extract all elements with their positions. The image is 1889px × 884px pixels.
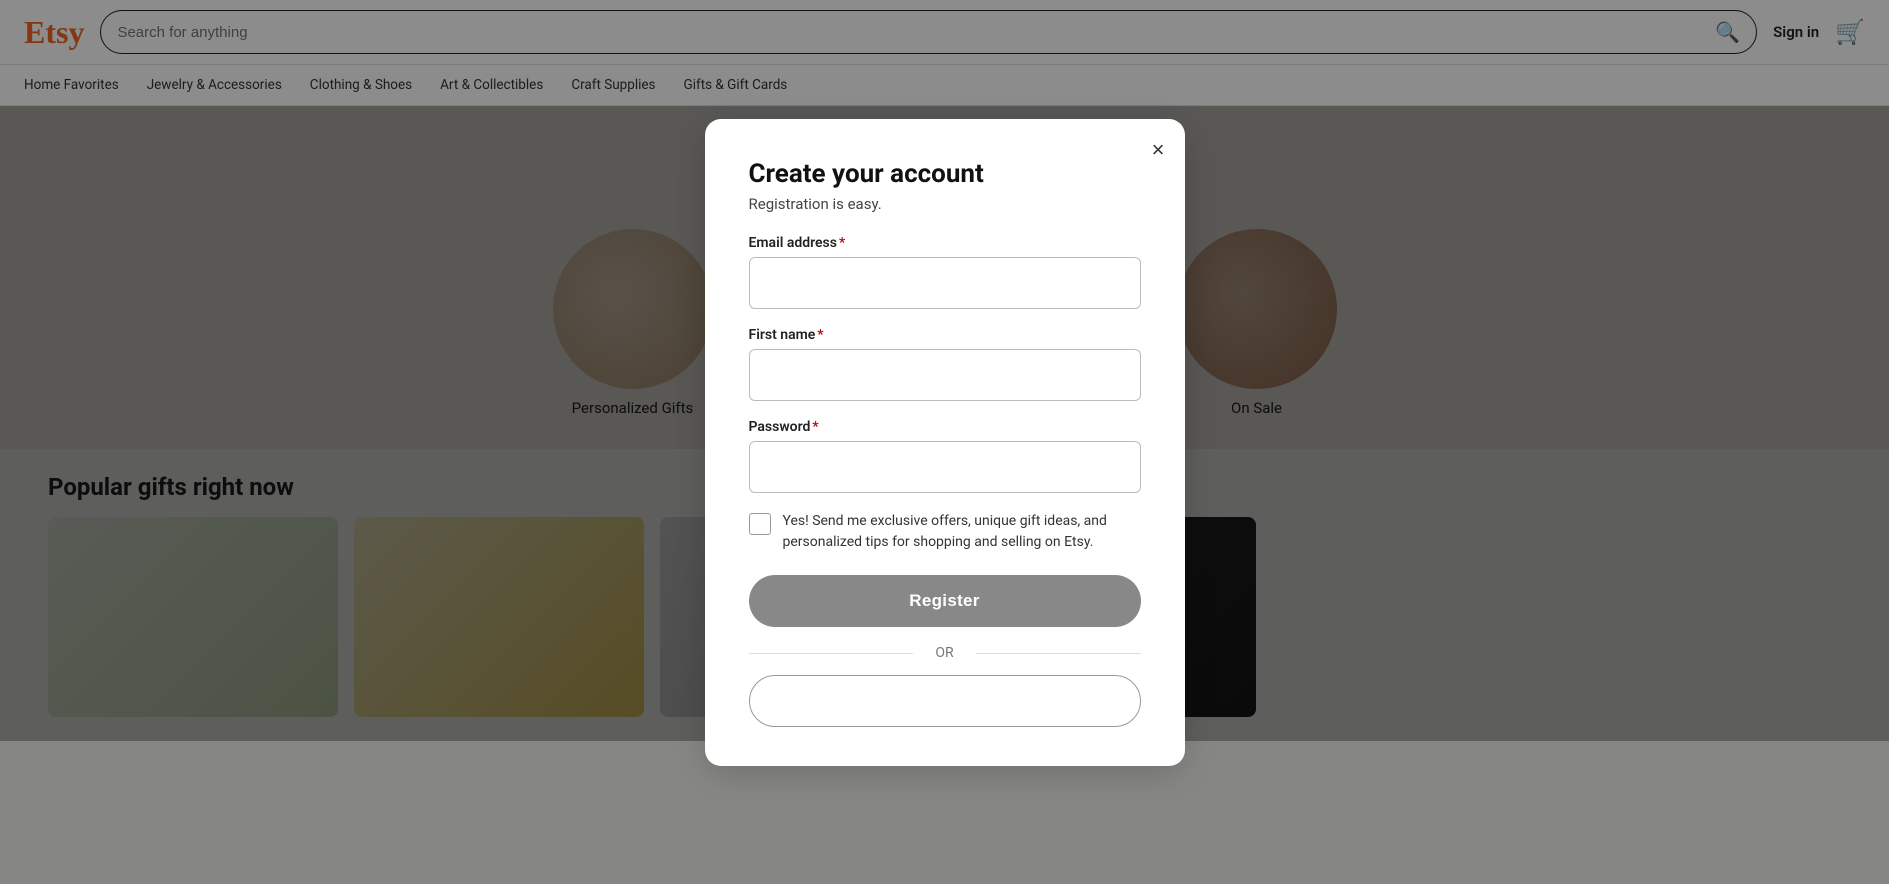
email-group: Email address*: [749, 235, 1141, 309]
email-label: Email address*: [749, 235, 1141, 251]
firstname-field[interactable]: [749, 349, 1141, 401]
continue-with-button[interactable]: [749, 675, 1141, 727]
email-field[interactable]: [749, 257, 1141, 309]
password-required-star: *: [812, 419, 818, 435]
modal-overlay: × Create your account Registration is ea…: [0, 0, 1889, 884]
email-required-star: *: [839, 235, 845, 251]
or-divider: OR: [749, 645, 1141, 661]
newsletter-checkbox[interactable]: [749, 513, 771, 535]
modal-title: Create your account: [749, 159, 1141, 189]
password-label: Password*: [749, 419, 1141, 435]
password-group: Password*: [749, 419, 1141, 493]
modal-subtitle: Registration is easy.: [749, 195, 1141, 213]
firstname-label: First name*: [749, 327, 1141, 343]
close-icon[interactable]: ×: [1152, 137, 1165, 163]
firstname-required-star: *: [817, 327, 823, 343]
password-field[interactable]: [749, 441, 1141, 493]
registration-modal: × Create your account Registration is ea…: [705, 119, 1185, 766]
newsletter-label: Yes! Send me exclusive offers, unique gi…: [783, 511, 1141, 553]
register-button[interactable]: Register: [749, 575, 1141, 627]
firstname-group: First name*: [749, 327, 1141, 401]
newsletter-group: Yes! Send me exclusive offers, unique gi…: [749, 511, 1141, 553]
